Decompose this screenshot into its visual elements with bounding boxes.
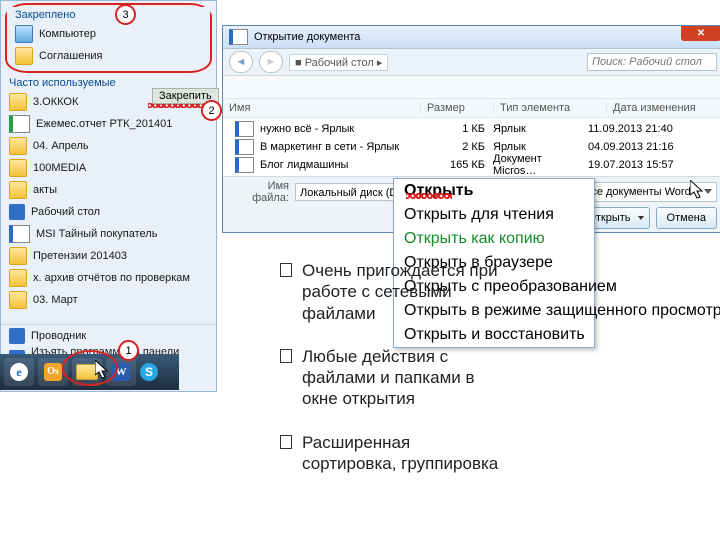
annotation-badge-1: 1 — [118, 340, 139, 361]
filename-label: Имя файла: — [229, 180, 289, 204]
item-label: х. архив отчётов по проверкам — [33, 272, 190, 284]
item-label: MSI Тайный покупатель — [36, 228, 157, 240]
annotation-squiggle-4 — [406, 193, 452, 199]
bullet-list: Очень пригождается при работе с сетевыми… — [280, 260, 502, 496]
taskbar-ie[interactable]: e — [4, 358, 34, 386]
pinned-section-highlight: Закреплено Компьютер Соглашения — [5, 3, 212, 73]
frequent-item[interactable]: Ежемес.отчет РТК_201401 — [1, 113, 216, 135]
item-label: Компьютер — [39, 28, 96, 40]
frequent-item[interactable]: 03. Март — [1, 289, 216, 311]
item-label: 3.ОККОК — [33, 96, 78, 108]
address-bar: ◄ ► ■ Рабочий стол ▸ Поиск: Рабочий стол — [223, 49, 720, 76]
folder-icon — [9, 181, 27, 199]
folder-icon — [9, 269, 27, 287]
item-label: Проводник — [31, 330, 86, 342]
doc-icon — [9, 225, 30, 243]
frequent-item[interactable]: MSI Тайный покупатель — [1, 223, 216, 245]
cell-date: 11.09.2013 21:40 — [588, 123, 711, 135]
toolbar — [223, 76, 720, 99]
cell-size: 165 КБ — [430, 159, 493, 171]
explorer-jumplist: Закреплено Компьютер Соглашения Часто ис… — [0, 0, 217, 392]
dialog-titlebar: Открытие документа — [223, 26, 720, 49]
file-icon — [235, 121, 254, 137]
cell-size: 2 КБ — [430, 141, 493, 153]
folder-icon — [9, 137, 27, 155]
col-size[interactable]: Размер — [421, 102, 494, 114]
frequent-item[interactable]: 100MEDIA — [1, 157, 216, 179]
pinned-item-computer[interactable]: Компьютер — [7, 23, 210, 45]
file-row[interactable]: В маркетинг в сети - Ярлык2 КБЯрлык04.09… — [231, 138, 715, 156]
cell-date: 04.09.2013 21:16 — [588, 141, 711, 153]
annotation-badge-2: 2 — [201, 100, 222, 121]
item-label: акты — [33, 184, 57, 196]
folder-icon — [9, 93, 27, 111]
file-icon — [235, 157, 254, 173]
ie-icon: e — [10, 363, 28, 381]
cell-type: Ярлык — [493, 141, 588, 153]
item-label: Соглашения — [39, 50, 103, 62]
cell-type: Документ Micros… — [493, 153, 588, 177]
frequent-item[interactable]: х. архив отчётов по проверкам — [1, 267, 216, 289]
search-input[interactable]: Поиск: Рабочий стол — [587, 53, 717, 71]
cell-type: Ярлык — [493, 123, 588, 135]
item-label: 100MEDIA — [33, 162, 86, 174]
cell-name: В маркетинг в сети - Ярлык — [260, 141, 430, 153]
file-list: нужно всё - Ярлык1 КБЯрлык11.09.2013 21:… — [223, 118, 720, 176]
frequent-item[interactable]: акты — [1, 179, 216, 201]
cursor-icon — [95, 360, 111, 380]
frequent-item[interactable]: 04. Апрель — [1, 135, 216, 157]
item-label: Рабочий стол — [31, 206, 100, 218]
cell-name: нужно всё - Ярлык — [260, 123, 430, 135]
breadcrumb[interactable]: ■ Рабочий стол ▸ — [289, 54, 388, 71]
blue-icon — [9, 328, 25, 344]
frequent-item[interactable]: Претензии 201403 — [1, 245, 216, 267]
open-mode-item[interactable]: Открыть как копию — [394, 227, 594, 251]
file-row[interactable]: нужно всё - Ярлык1 КБЯрлык11.09.2013 21:… — [231, 120, 715, 138]
col-type[interactable]: Тип элемента — [494, 102, 607, 114]
nav-fwd-icon[interactable]: ► — [259, 51, 283, 73]
pinned-item-agreements[interactable]: Соглашения — [7, 45, 210, 67]
column-headers[interactable]: Имя Размер Тип элемента Дата изменения — [223, 99, 720, 118]
cell-name: Блог лидмашины — [260, 159, 430, 171]
folder-icon — [9, 291, 27, 309]
computer-icon — [15, 25, 33, 43]
item-label: Ежемес.отчет РТК_201401 — [36, 118, 172, 130]
file-icon — [235, 139, 254, 155]
folder-icon — [9, 247, 27, 265]
cell-date: 19.07.2013 15:57 — [588, 159, 711, 171]
frequent-list: 3.ОККОК Ежемес.отчет РТК_201401 04. Апрель… — [1, 91, 216, 311]
xls-icon — [9, 115, 30, 133]
file-row[interactable]: Блог лидмашины165 КБДокумент Micros…19.0… — [231, 156, 715, 174]
cursor-icon — [690, 180, 706, 200]
bullet-item: Любые действия с файлами и папками в окн… — [280, 346, 502, 410]
outlook-icon: Os — [44, 363, 62, 381]
cell-size: 1 КБ — [430, 123, 493, 135]
col-date[interactable]: Дата изменения — [607, 102, 720, 114]
close-button[interactable] — [681, 26, 720, 41]
nav-back-icon[interactable]: ◄ — [229, 51, 253, 73]
skype-icon: S — [140, 363, 158, 381]
col-name[interactable]: Имя — [223, 102, 421, 114]
item-label: Претензии 201403 — [33, 250, 127, 262]
cancel-button[interactable]: Отмена — [656, 207, 717, 229]
bullet-item: Расширенная сортировка, группировка — [280, 432, 502, 475]
bullet-item: Очень пригождается при работе с сетевыми… — [280, 260, 502, 324]
open-mode-item[interactable]: Открыть — [394, 179, 594, 203]
folder-icon — [9, 159, 27, 177]
taskbar-skype[interactable]: S — [140, 358, 158, 386]
word-doc-icon — [229, 29, 248, 45]
open-mode-item[interactable]: Открыть для чтения — [394, 203, 594, 227]
folder-icon — [15, 47, 33, 65]
footer-item[interactable]: Проводник — [1, 325, 216, 347]
dialog-title: Открытие документа — [254, 31, 360, 43]
blue-icon — [9, 204, 25, 220]
pinned-header: Закреплено — [7, 7, 210, 23]
frequent-item[interactable]: Рабочий стол — [1, 201, 216, 223]
annotation-badge-3: 3 — [115, 4, 136, 25]
item-label: 03. Март — [33, 294, 78, 306]
item-label: 04. Апрель — [33, 140, 89, 152]
